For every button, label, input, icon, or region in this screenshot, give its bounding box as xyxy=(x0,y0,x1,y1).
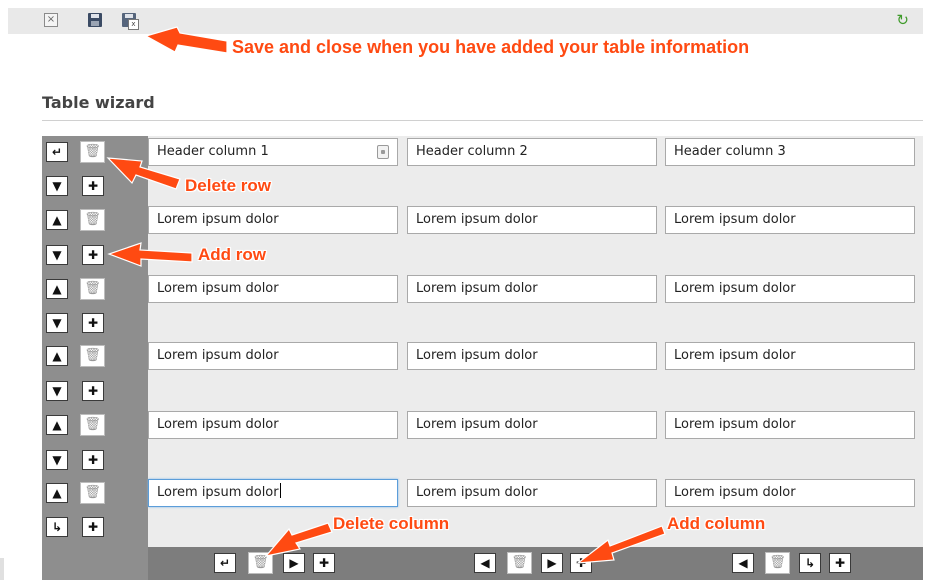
cell-text: Lorem ipsum dolor xyxy=(416,212,538,227)
cell-text: Header column 1 xyxy=(157,144,269,159)
cell-text: Lorem ipsum dolor xyxy=(416,417,538,432)
column-left-button[interactable]: ◀ xyxy=(732,553,754,573)
cell-text: Header column 2 xyxy=(416,144,528,159)
annotation-add-column: Add column xyxy=(667,514,766,533)
header-cell-1[interactable]: Header column 1 xyxy=(148,138,398,166)
table-cell[interactable]: Lorem ipsum dolor xyxy=(665,342,915,370)
column-add-button[interactable]: ✚ xyxy=(829,553,851,573)
cell-text: Lorem ipsum dolor xyxy=(416,485,538,500)
column-move-first-button[interactable]: ↵ xyxy=(214,553,236,573)
row-down-button[interactable]: ▼ xyxy=(46,245,68,265)
row-move-bottom-button[interactable]: ↳ xyxy=(46,517,68,537)
cell-text: Lorem ipsum dolor xyxy=(157,417,279,432)
table-cell[interactable]: Lorem ipsum dolor xyxy=(665,411,915,439)
row-delete-button[interactable]: 🗑 xyxy=(80,278,105,300)
save-icon[interactable] xyxy=(88,13,102,27)
table-cell[interactable]: Lorem ipsum dolor xyxy=(407,479,657,507)
cell-text: Lorem ipsum dolor xyxy=(416,281,538,296)
table-cell[interactable]: Lorem ipsum dolor xyxy=(148,206,398,234)
close-badge-icon: x xyxy=(128,19,139,30)
row-up-button[interactable]: ▲ xyxy=(46,415,68,435)
table-cell[interactable]: Lorem ipsum dolor xyxy=(665,275,915,303)
cell-text: Lorem ipsum dolor xyxy=(157,281,279,296)
table-cell[interactable]: Lorem ipsum dolor xyxy=(665,479,915,507)
table-cell[interactable]: Lorem ipsum dolor xyxy=(407,342,657,370)
column-right-button[interactable]: ▶ xyxy=(541,553,563,573)
table-cell-focused[interactable]: Lorem ipsum dolor xyxy=(148,479,398,507)
row-delete-button[interactable]: 🗑 xyxy=(80,141,105,163)
row-add-button[interactable]: ✚ xyxy=(82,176,104,196)
row-add-button[interactable]: ✚ xyxy=(82,313,104,333)
cell-text: Header column 3 xyxy=(674,144,786,159)
table-cell[interactable]: Lorem ipsum dolor xyxy=(407,206,657,234)
page-gutter xyxy=(0,558,4,580)
row-up-button[interactable]: ▲ xyxy=(46,483,68,503)
table-cell[interactable]: Lorem ipsum dolor xyxy=(407,275,657,303)
annotation-delete-column: Delete column xyxy=(333,514,450,533)
cell-text: Lorem ipsum dolor xyxy=(157,485,279,500)
row-delete-button[interactable]: 🗑 xyxy=(80,414,105,436)
document-toolbar: × x ↻ xyxy=(8,8,923,34)
cell-text: Lorem ipsum dolor xyxy=(674,348,796,363)
cell-text: Lorem ipsum dolor xyxy=(674,417,796,432)
annotation-add-row: Add row xyxy=(198,245,266,264)
row-down-button[interactable]: ▼ xyxy=(46,313,68,333)
table-cell[interactable]: Lorem ipsum dolor xyxy=(407,411,657,439)
header-cell-2[interactable]: Header column 2 xyxy=(407,138,657,166)
column-delete-button[interactable]: 🗑 xyxy=(507,552,532,574)
row-down-button[interactable]: ▼ xyxy=(46,450,68,470)
cell-text: Lorem ipsum dolor xyxy=(416,348,538,363)
table-cell[interactable]: Lorem ipsum dolor xyxy=(148,342,398,370)
row-move-top-button[interactable]: ↵ xyxy=(46,142,68,162)
cell-text: Lorem ipsum dolor xyxy=(157,212,279,227)
row-add-button[interactable]: ✚ xyxy=(82,517,104,537)
row-up-button[interactable]: ▲ xyxy=(46,279,68,299)
row-up-button[interactable]: ▲ xyxy=(46,346,68,366)
table-cell[interactable]: Lorem ipsum dolor xyxy=(148,411,398,439)
row-down-button[interactable]: ▼ xyxy=(46,176,68,196)
column-add-button[interactable]: ✚ xyxy=(313,553,335,573)
column-move-last-button[interactable]: ↳ xyxy=(799,553,821,573)
cell-text: Lorem ipsum dolor xyxy=(157,348,279,363)
table-cell[interactable]: Lorem ipsum dolor xyxy=(148,275,398,303)
row-delete-button[interactable]: 🗑 xyxy=(80,209,105,231)
row-delete-button[interactable]: 🗑 xyxy=(80,482,105,504)
column-delete-button[interactable]: 🗑 xyxy=(248,552,273,574)
page-title: Table wizard xyxy=(42,93,155,112)
row-add-button[interactable]: ✚ xyxy=(82,381,104,401)
row-add-button[interactable]: ✚ xyxy=(82,450,104,470)
row-up-button[interactable]: ▲ xyxy=(46,210,68,230)
cell-options-icon[interactable] xyxy=(377,145,389,159)
column-delete-button[interactable]: 🗑 xyxy=(765,552,790,574)
refresh-icon[interactable]: ↻ xyxy=(896,12,909,28)
column-add-button[interactable]: ✚ xyxy=(570,553,592,573)
column-left-button[interactable]: ◀ xyxy=(474,553,496,573)
row-add-button[interactable]: ✚ xyxy=(82,245,104,265)
table-cell[interactable]: Lorem ipsum dolor xyxy=(665,206,915,234)
row-delete-button[interactable]: 🗑 xyxy=(80,345,105,367)
row-down-button[interactable]: ▼ xyxy=(46,381,68,401)
cell-text: Lorem ipsum dolor xyxy=(674,212,796,227)
close-icon[interactable]: × xyxy=(44,13,58,27)
header-cell-3[interactable]: Header column 3 xyxy=(665,138,915,166)
annotation-delete-row: Delete row xyxy=(185,176,271,195)
save-and-close-icon[interactable]: x xyxy=(122,13,139,30)
title-divider xyxy=(42,120,923,121)
column-right-button[interactable]: ▶ xyxy=(283,553,305,573)
cell-text: Lorem ipsum dolor xyxy=(674,281,796,296)
text-caret xyxy=(279,483,281,498)
annotation-save-close: Save and close when you have added your … xyxy=(232,37,750,57)
cell-text: Lorem ipsum dolor xyxy=(674,485,796,500)
